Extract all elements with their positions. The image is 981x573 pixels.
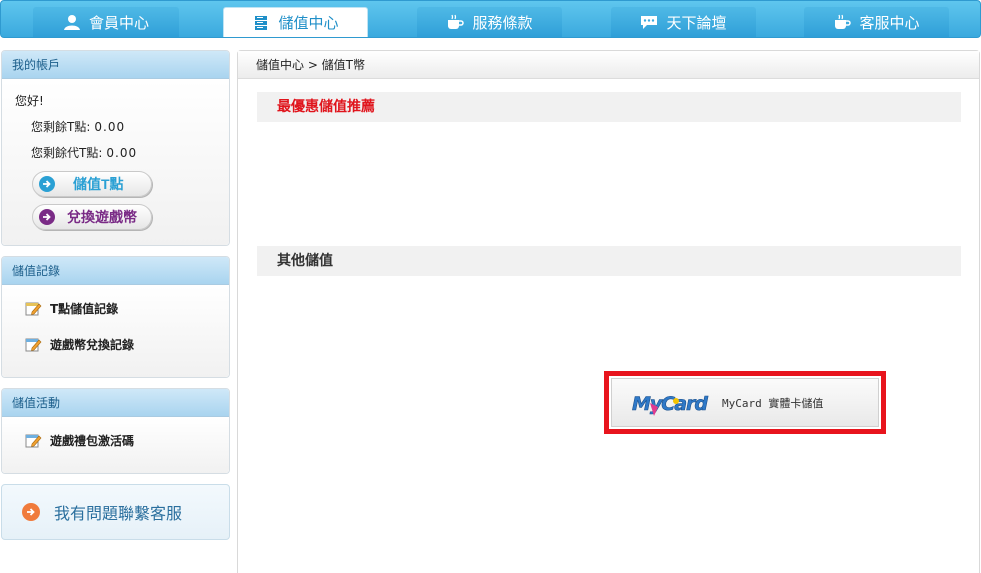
breadcrumb: 儲值中心 > 儲值T幣 [238,51,979,79]
other-topup-section-title: 其他儲值 [257,246,961,276]
tab-label: 儲值中心 [278,15,339,32]
top-nav: 會員中心 儲值中心 服務條款 天下論壇 客服中心 [0,0,981,38]
mycard-topup-label: MyCard 實體卡儲值 [722,396,824,410]
account-panel-body: 您好! 您剩餘T點: 0.00 您剩餘代T點: 0.00 儲值T點 兌換遊戲幣 [2,80,229,245]
event-item-label: 遊戲禮包激活碼 [50,434,135,448]
edit-icon [25,302,42,316]
account-panel-title: 我的帳戶 [2,51,229,79]
exchange-game-coins-button[interactable]: 兌換遊戲幣 [32,204,152,230]
tab-label: 會員中心 [88,14,149,32]
t-points-label: 您剩餘T點: [31,120,91,134]
records-panel-body: T點儲值記錄 遊戲幣兌換記錄 [2,286,229,377]
mycard-highlight-box: MyCard MyCard 實體卡儲值 [604,371,886,434]
record-item-label: T點儲值記錄 [50,302,119,316]
t-points-value: 0.00 [94,120,126,134]
greeting-text: 您好! [15,94,44,108]
events-panel-body: 遊戲禮包激活碼 [2,418,229,473]
tab-topup-center[interactable]: 儲值中心 [223,7,368,37]
arrow-right-icon [22,503,40,521]
coffee-cup-icon [833,14,852,30]
server-icon [252,15,270,31]
main-content: 儲值中心 > 儲值T幣 最優惠儲值推薦 其他儲值 MyCard MyCard 實… [237,50,980,573]
arrow-right-icon [39,176,55,192]
proxy-points-label: 您剩餘代T點: [31,146,103,160]
tab-label: 天下論壇 [666,14,727,32]
game-coin-exchange-record-link[interactable]: 遊戲幣兌換記錄 [25,336,134,353]
tab-label: 服務條款 [472,14,533,32]
topup-t-points-button[interactable]: 儲值T點 [32,171,152,197]
edit-icon [25,434,42,448]
record-item-label: 遊戲幣兌換記錄 [50,338,135,352]
mycard-logo: MyCard [632,392,710,416]
account-panel: 我的帳戶 您好! 您剩餘T點: 0.00 您剩餘代T點: 0.00 儲值T點 兌換遊… [1,50,230,246]
mycard-topup-button[interactable]: MyCard MyCard 實體卡儲值 [611,378,879,427]
tab-member-center[interactable]: 會員中心 [33,7,179,37]
arrow-right-icon [39,209,55,225]
contact-support-button[interactable]: 我有問題聯繫客服 [1,484,230,540]
gift-code-activation-link[interactable]: 遊戲禮包激活碼 [25,432,134,449]
mycard-logo-text: MyCard [632,393,708,415]
topup-button-label: 儲值T點 [73,176,124,192]
t-points-topup-record-link[interactable]: T點儲值記錄 [25,300,118,317]
records-panel-title: 儲值記錄 [2,257,229,285]
t-points-balance: 您剩餘T點: 0.00 [31,118,125,135]
events-panel: 儲值活動 遊戲禮包激活碼 [1,388,230,474]
tab-customer-service[interactable]: 客服中心 [804,7,949,37]
records-panel: 儲值記錄 T點儲值記錄 遊戲幣兌換記錄 [1,256,230,378]
contact-support-label: 我有問題聯繫客服 [54,506,183,523]
best-offer-section-title: 最優惠儲值推薦 [257,92,961,122]
exchange-button-label: 兌換遊戲幣 [67,209,137,225]
events-panel-title: 儲值活動 [2,389,229,417]
proxy-points-value: 0.00 [106,146,138,160]
chat-bubble-icon [640,14,658,30]
edit-icon [25,338,42,352]
tab-forum[interactable]: 天下論壇 [611,7,756,37]
user-icon [63,14,81,30]
tab-terms-of-service[interactable]: 服務條款 [417,7,562,37]
tab-label: 客服中心 [859,14,920,32]
proxy-points-balance: 您剩餘代T點: 0.00 [31,144,137,161]
coffee-cup-icon [446,14,465,30]
